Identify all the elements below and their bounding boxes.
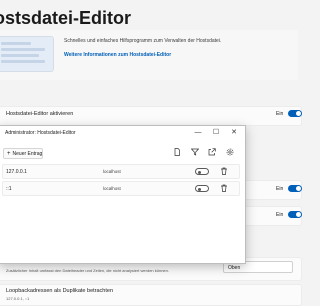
setting-toggle-3[interactable] xyxy=(288,211,302,218)
hosts-entry-row[interactable]: 127.0.0.1 localhost xyxy=(2,164,240,179)
enable-label: Hostsdatei-Editor aktivieren xyxy=(6,111,74,117)
entry-host: localhost xyxy=(103,186,121,191)
delete-icon[interactable] xyxy=(219,167,228,176)
new-entry-button[interactable]: + Neuer Entrag xyxy=(3,148,43,159)
delete-icon[interactable] xyxy=(219,184,228,193)
maximize-button[interactable]: ☐ xyxy=(209,127,223,138)
page-title: ostsdatei-Editor xyxy=(0,8,132,28)
enable-toggle[interactable] xyxy=(288,110,302,117)
hero-image xyxy=(0,36,54,72)
hosts-editor-window: Administrator: Hostsdatei-Editor — ☐ ✕ +… xyxy=(0,125,246,264)
loopback-label: Loopbackadressen als Duplikate betrachte… xyxy=(6,288,114,294)
settings-icon[interactable] xyxy=(225,148,234,157)
hero-description: Schnelles und einfaches Hilfsprogramm zu… xyxy=(64,38,222,44)
close-button[interactable]: ✕ xyxy=(227,127,241,138)
setting-toggle-2[interactable] xyxy=(288,185,302,192)
window-title: Administrator: Hostsdatei-Editor xyxy=(5,130,76,136)
minimize-button[interactable]: — xyxy=(191,127,205,138)
enable-state: Ein xyxy=(276,111,284,117)
new-entry-label: Neuer Entrag xyxy=(12,151,43,157)
entry-host: localhost xyxy=(103,169,121,174)
hosts-entry-row[interactable]: ::1 localhost xyxy=(2,181,240,196)
filter-icon[interactable] xyxy=(190,148,199,157)
entry-address: 127.0.0.1 xyxy=(6,169,27,175)
position-sublabel: Zusätzlicher Inhalt umfasst den Dateihea… xyxy=(6,268,169,273)
setting-state-2: Ein xyxy=(276,186,284,192)
open-external-icon[interactable] xyxy=(207,148,216,157)
open-file-icon[interactable] xyxy=(172,148,181,157)
setting-state-3: Ein xyxy=(276,212,284,218)
entry-toggle[interactable] xyxy=(195,185,209,192)
entry-toggle[interactable] xyxy=(195,168,209,175)
plus-icon: + xyxy=(7,151,11,157)
entry-address: ::1 xyxy=(6,186,12,192)
learn-more-link[interactable]: Weitere Informationen zum Hostsdatei-Edi… xyxy=(64,52,171,58)
loopback-sublabel: 127.0.0.1, ::1 xyxy=(6,296,30,301)
